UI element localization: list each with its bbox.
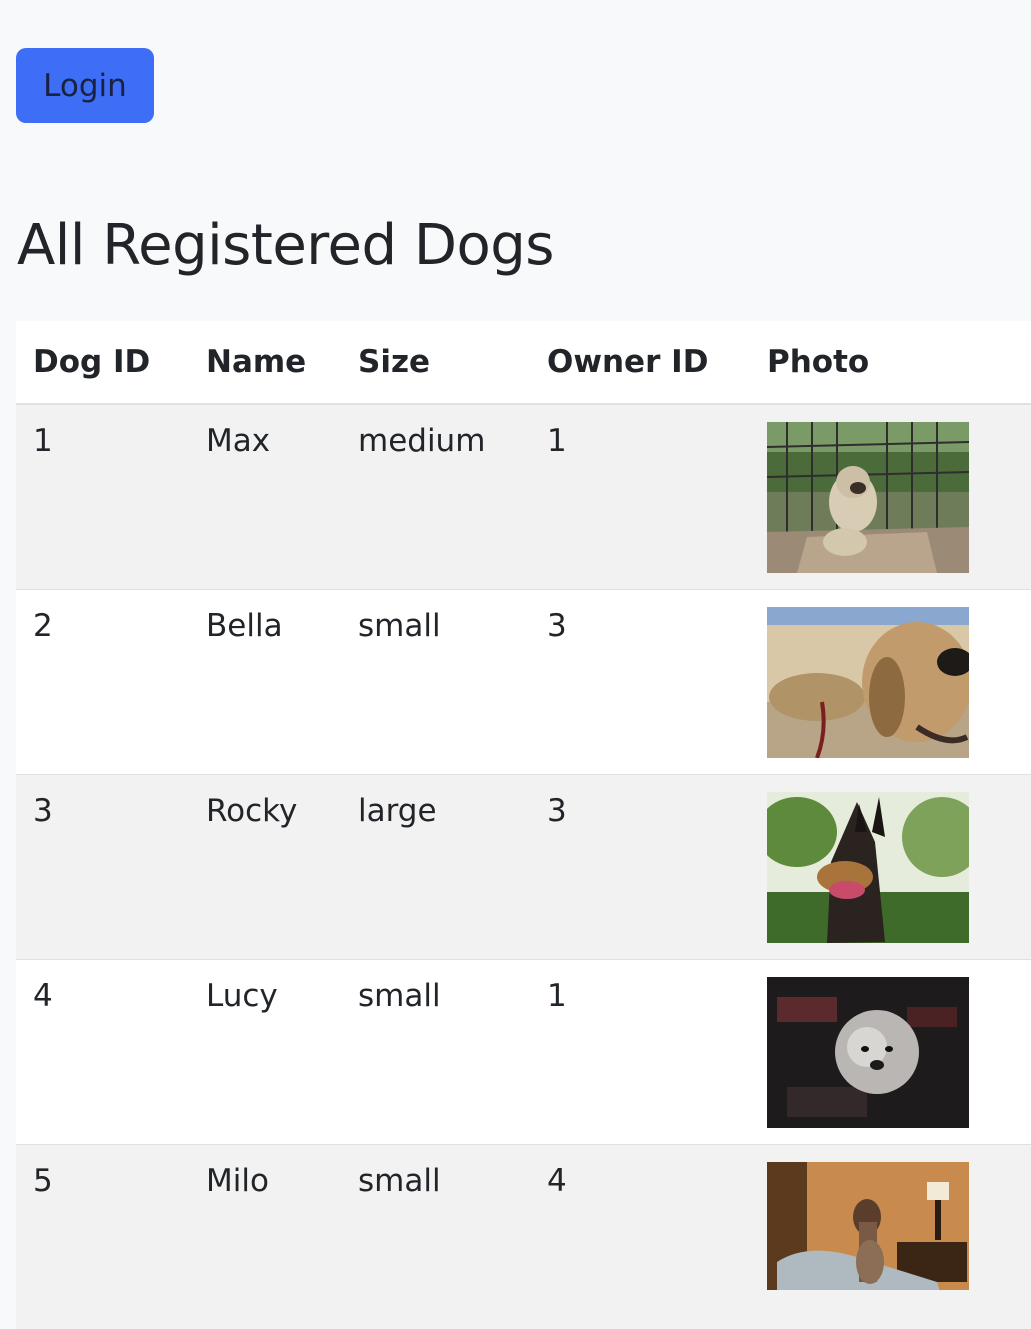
- cell-dog-id: 2: [16, 588, 189, 774]
- cell-size: small: [341, 958, 530, 1144]
- cell-photo: [750, 773, 1031, 959]
- table-header-row: Dog ID Name Size Owner ID Photo: [16, 321, 1031, 405]
- cell-owner-id: 3: [530, 773, 750, 959]
- cell-photo: [750, 403, 1031, 589]
- table-row: 5 Milo small 4: [16, 1143, 1031, 1329]
- dog-photo: [767, 976, 969, 1128]
- cell-dog-id: 5: [16, 1143, 189, 1329]
- cell-size: small: [341, 1143, 530, 1329]
- cell-owner-id: 4: [530, 1143, 750, 1329]
- page-title: All Registered Dogs: [17, 213, 554, 278]
- cell-dog-id: 3: [16, 773, 189, 959]
- dog-photo: [767, 791, 969, 943]
- table-row: 4 Lucy small 1: [16, 958, 1031, 1144]
- column-header-photo: Photo: [750, 321, 1031, 405]
- login-button[interactable]: Login: [16, 48, 154, 123]
- cell-photo: [750, 1143, 1031, 1329]
- cell-photo: [750, 588, 1031, 774]
- dog-photo: [767, 1161, 969, 1290]
- cell-name: Bella: [189, 588, 341, 774]
- cell-owner-id: 1: [530, 403, 750, 589]
- table-row: 2 Bella small 3: [16, 588, 1031, 774]
- table-row: 1 Max medium 1: [16, 403, 1031, 589]
- dog-photo: [767, 606, 969, 758]
- cell-size: small: [341, 588, 530, 774]
- dogs-table: Dog ID Name Size Owner ID Photo 1 Max me…: [16, 321, 1031, 1329]
- cell-name: Rocky: [189, 773, 341, 959]
- table-row: 3 Rocky large 3: [16, 773, 1031, 959]
- cell-name: Max: [189, 403, 341, 589]
- column-header-dog-id: Dog ID: [16, 321, 189, 405]
- cell-name: Lucy: [189, 958, 341, 1144]
- cell-photo: [750, 958, 1031, 1144]
- cell-owner-id: 3: [530, 588, 750, 774]
- cell-dog-id: 1: [16, 403, 189, 589]
- cell-owner-id: 1: [530, 958, 750, 1144]
- dog-photo: [767, 422, 969, 573]
- column-header-owner-id: Owner ID: [530, 321, 750, 405]
- cell-size: large: [341, 773, 530, 959]
- cell-size: medium: [341, 403, 530, 589]
- column-header-size: Size: [341, 321, 530, 405]
- cell-name: Milo: [189, 1143, 341, 1329]
- column-header-name: Name: [189, 321, 341, 405]
- cell-dog-id: 4: [16, 958, 189, 1144]
